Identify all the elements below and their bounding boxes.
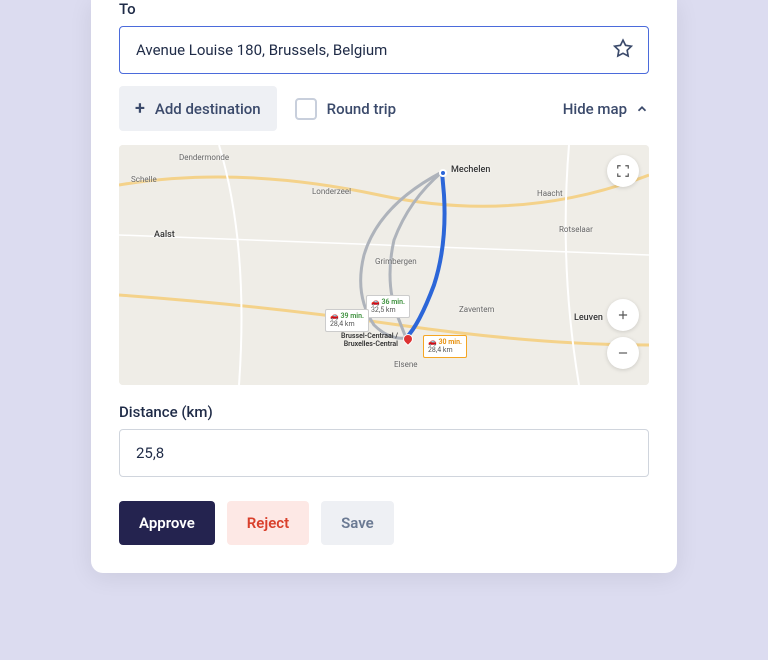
distance-label: Distance (km) bbox=[119, 403, 649, 421]
chevron-up-icon bbox=[635, 102, 649, 116]
map-label-zaventem: Zaventem bbox=[459, 305, 494, 314]
round-trip-checkbox[interactable] bbox=[295, 98, 317, 120]
route-badge-alt-1[interactable]: 🚗 36 min.32,5 km bbox=[366, 295, 410, 318]
map-label-haacht: Haacht bbox=[537, 189, 563, 198]
map-marker-start bbox=[439, 169, 447, 177]
map-label-londerzeel: Londerzeel bbox=[312, 187, 351, 196]
star-icon bbox=[613, 39, 633, 59]
controls-row: + Add destination Round trip Hide map bbox=[119, 86, 649, 131]
to-label: To bbox=[119, 0, 649, 18]
to-input[interactable] bbox=[119, 26, 649, 74]
map-fullscreen-button[interactable] bbox=[607, 155, 639, 187]
map-label-rotselaar: Rotselaar bbox=[559, 225, 593, 234]
minus-icon bbox=[616, 346, 630, 360]
map-zoom-controls bbox=[607, 299, 639, 369]
map-label-aalst: Aalst bbox=[154, 230, 175, 240]
map-label-station: Brussel-Centraal /Bruxelles-Central bbox=[314, 333, 398, 348]
to-input-row bbox=[119, 26, 649, 74]
round-trip-label: Round trip bbox=[327, 100, 396, 118]
map-label-leuven: Leuven bbox=[574, 313, 603, 323]
save-button[interactable]: Save bbox=[321, 501, 394, 545]
expense-route-card: To + Add destination Round trip Hide map bbox=[91, 0, 677, 573]
hide-map-button[interactable]: Hide map bbox=[563, 100, 649, 118]
add-destination-label: Add destination bbox=[155, 100, 261, 118]
map-zoom-in-button[interactable] bbox=[607, 299, 639, 331]
favorite-button[interactable] bbox=[607, 33, 639, 68]
map-label-elsene: Elsene bbox=[394, 360, 418, 369]
approve-button[interactable]: Approve bbox=[119, 501, 215, 545]
fullscreen-icon bbox=[616, 164, 630, 178]
reject-button[interactable]: Reject bbox=[227, 501, 309, 545]
map-label-grimbergen: Grimbergen bbox=[375, 257, 417, 266]
round-trip-toggle[interactable]: Round trip bbox=[295, 98, 396, 120]
route-badge-primary[interactable]: 🚗 30 min.28,4 km bbox=[423, 335, 467, 358]
map-label-schelle: Schelle bbox=[131, 175, 157, 184]
plus-icon: + bbox=[135, 98, 145, 119]
map-zoom-out-button[interactable] bbox=[607, 337, 639, 369]
route-badge-alt-2[interactable]: 🚗 39 min.28,4 km bbox=[325, 309, 369, 332]
hide-map-label: Hide map bbox=[563, 100, 627, 118]
action-buttons: Approve Reject Save bbox=[119, 501, 649, 545]
map-label-mechelen: Mechelen bbox=[451, 165, 490, 175]
map-label-dendermonde: Dendermonde bbox=[179, 153, 229, 162]
distance-input[interactable] bbox=[119, 429, 649, 477]
route-map[interactable]: Mechelen Brussel-Centraal /Bruxelles-Cen… bbox=[119, 145, 649, 385]
plus-icon bbox=[616, 308, 630, 322]
add-destination-button[interactable]: + Add destination bbox=[119, 86, 277, 131]
distance-section: Distance (km) bbox=[119, 403, 649, 477]
